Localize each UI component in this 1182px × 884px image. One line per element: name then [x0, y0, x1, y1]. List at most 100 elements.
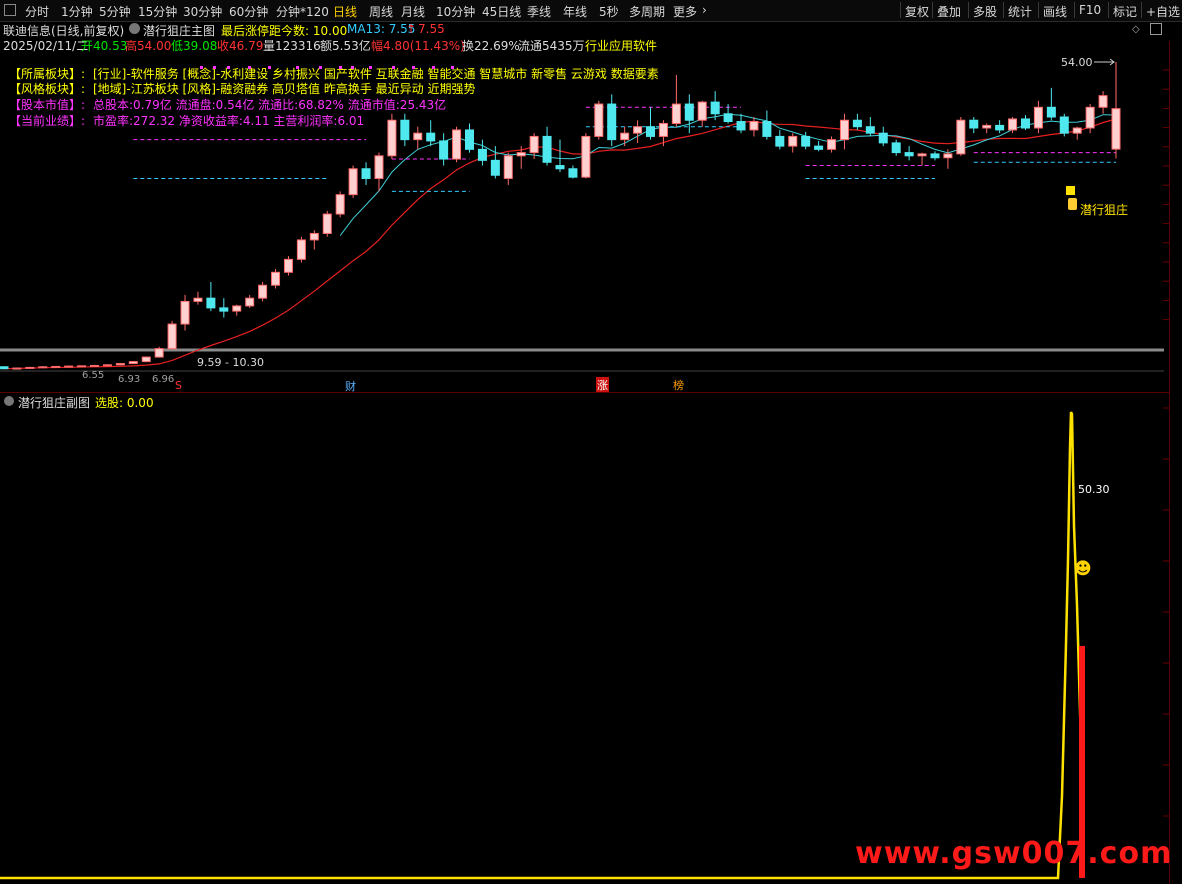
candle-body [633, 126, 643, 134]
signal-dot [227, 66, 230, 69]
candle-body [258, 284, 268, 299]
dropdown-icon[interactable] [129, 23, 140, 34]
candle-body [426, 132, 436, 142]
ma13-arrow: ↑ [406, 22, 417, 36]
candle-body [930, 153, 940, 159]
period-tab-6[interactable]: 分钟*120 [276, 3, 329, 20]
candle-body [77, 365, 87, 368]
candle-body [646, 126, 656, 137]
candle-body [102, 364, 112, 367]
candle-body [90, 364, 100, 367]
marker-rank[interactable]: 榜 [673, 377, 684, 393]
toolbar-separator [1038, 2, 1039, 18]
candle-body [982, 124, 992, 129]
candle-body [490, 159, 500, 176]
toolbar-separator [1108, 2, 1109, 18]
period-tab-3[interactable]: 15分钟 [138, 3, 177, 20]
peak-value-label: 50.30 [1078, 483, 1110, 496]
candle-body [296, 239, 306, 260]
period-tab-15[interactable]: 多周期 [629, 3, 665, 20]
collapse-icon[interactable]: ◇ [1132, 24, 1140, 35]
period-tab-11[interactable]: 45日线 [482, 3, 521, 20]
candle-body [1020, 118, 1030, 129]
toolbar-action-3[interactable]: 统计 [1008, 3, 1032, 20]
toolbar-separator [932, 2, 933, 18]
toolbar-action-7[interactable]: +自选 [1146, 3, 1180, 20]
ma13-value: 7.55 [418, 22, 445, 36]
period-tab-2[interactable]: 5分钟 [99, 3, 131, 20]
candle-body [206, 297, 216, 309]
candle-body [25, 366, 35, 369]
candle-body [503, 155, 513, 179]
candle-body [309, 232, 319, 241]
marker-s[interactable]: S [175, 379, 182, 392]
candle-body [710, 101, 720, 115]
candle-body [64, 365, 74, 368]
candle-body [12, 367, 22, 370]
candle-body [801, 135, 811, 147]
candle-body [1059, 116, 1069, 134]
toolbar-separator [900, 2, 901, 18]
candle-body [697, 101, 707, 121]
candle-body [878, 132, 888, 144]
period-tab-16[interactable]: 更多 [673, 3, 697, 20]
signal-dot [339, 66, 342, 69]
candle-body [141, 356, 151, 363]
period-tab-0[interactable]: 分时 [25, 3, 49, 20]
right-axis-line [1169, 41, 1170, 884]
range-label: 9.59 - 10.30 [197, 356, 264, 369]
signal-label: 潜行狙庄 [1080, 203, 1129, 217]
candle-body [322, 213, 332, 234]
signal-dot [392, 66, 395, 69]
signal-dot [213, 66, 216, 69]
period-tab-1[interactable]: 1分钟 [61, 3, 93, 20]
candle-body [38, 366, 48, 369]
toolbar-action-0[interactable]: 复权 [905, 3, 929, 20]
signal-dot [319, 66, 322, 69]
candle-body [904, 152, 914, 157]
period-tab-9[interactable]: 月线 [401, 3, 425, 20]
signal-dot [268, 66, 271, 69]
toolbar-action-6[interactable]: 标记 [1113, 3, 1137, 20]
period-tab-4[interactable]: 30分钟 [183, 3, 222, 20]
more-chevron-icon[interactable]: › [702, 3, 707, 17]
toolbar-action-5[interactable]: F10 [1079, 3, 1101, 17]
candle-body [361, 168, 371, 179]
period-tab-7[interactable]: 日线 [333, 3, 357, 20]
candle-body [167, 323, 177, 350]
toolbar-action-2[interactable]: 多股 [973, 3, 997, 20]
toolbar-action-1[interactable]: 叠加 [937, 3, 961, 20]
period-tab-5[interactable]: 60分钟 [229, 3, 268, 20]
toolbar-separator [1003, 2, 1004, 18]
marker-limit-up[interactable]: 涨 [596, 377, 609, 393]
candle-body [1008, 118, 1018, 131]
candle-body [387, 119, 397, 157]
candle-body [193, 297, 203, 302]
period-tab-10[interactable]: 10分钟 [436, 3, 475, 20]
toolbar-action-4[interactable]: 画线 [1043, 3, 1067, 20]
candle-body [775, 135, 785, 147]
candle-body [115, 363, 125, 366]
candle-body [555, 165, 565, 170]
toolbar-window-icon[interactable] [4, 4, 16, 16]
period-tab-13[interactable]: 年线 [563, 3, 587, 20]
toolbar-separator [1074, 2, 1075, 18]
period-tab-12[interactable]: 季线 [527, 3, 551, 20]
candle-body [477, 148, 487, 161]
maximize-icon[interactable] [1150, 23, 1162, 35]
toolbar-separator [1141, 2, 1142, 18]
signal-dot [369, 66, 372, 69]
indicator-line [0, 411, 1085, 880]
main-candle-chart[interactable] [0, 50, 1170, 395]
period-tab-14[interactable]: 5秒 [599, 3, 619, 20]
candle-body [891, 142, 901, 154]
candle-body [827, 139, 837, 150]
sub-indicator-chart[interactable] [0, 400, 1170, 884]
candle-body [671, 103, 681, 124]
period-tab-8[interactable]: 周线 [369, 3, 393, 20]
candle-body [620, 132, 630, 141]
signal-dot [451, 66, 454, 69]
candle-body [464, 129, 474, 150]
candle-body [943, 153, 953, 159]
candle-body [658, 122, 668, 137]
